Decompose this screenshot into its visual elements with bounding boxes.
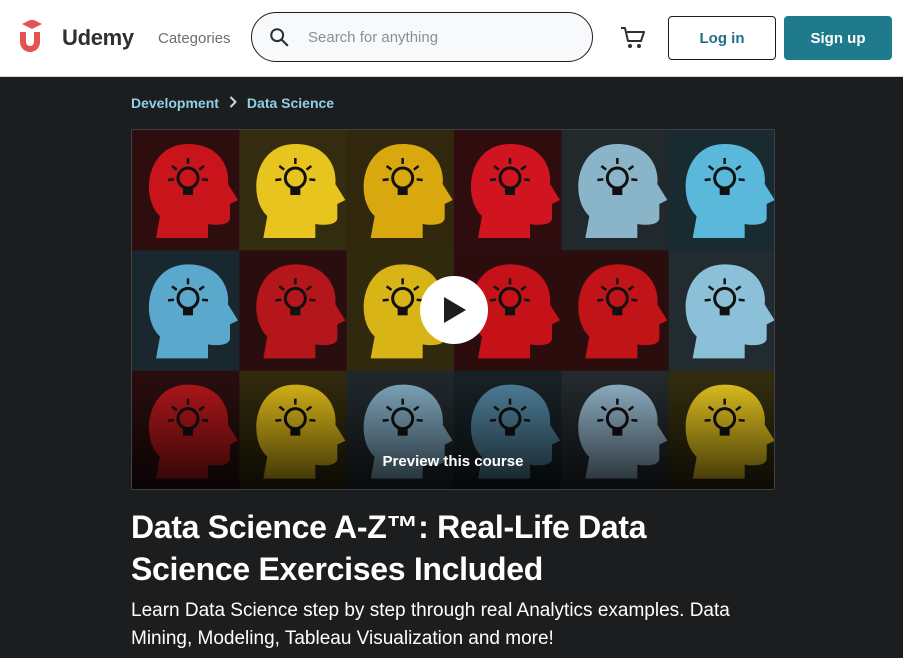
breadcrumb-development[interactable]: Development	[131, 95, 219, 111]
head-silhouette	[668, 130, 774, 251]
top-navbar: Udemy Categories Log in Sign up	[0, 0, 903, 77]
head-silhouette	[132, 250, 240, 371]
search-bar	[251, 12, 593, 62]
brand-name: Udemy	[62, 25, 134, 50]
course-subtitle: Learn Data Science step by step through …	[131, 600, 730, 649]
breadcrumb-data-science[interactable]: Data Science	[247, 95, 334, 111]
login-button[interactable]: Log in	[668, 16, 776, 60]
head-silhouette	[239, 130, 347, 251]
head-silhouette	[239, 250, 347, 371]
categories-menu[interactable]: Categories	[158, 30, 231, 47]
play-icon[interactable]	[420, 276, 488, 344]
search-input[interactable]	[306, 27, 570, 47]
preview-label[interactable]: Preview this course	[132, 453, 774, 470]
udemy-logo[interactable]: Udemy	[14, 20, 134, 56]
signup-button[interactable]: Sign up	[784, 16, 892, 60]
head-silhouette	[668, 250, 774, 371]
cart-icon[interactable]	[620, 26, 646, 50]
course-preview[interactable]: Preview this course	[131, 129, 775, 490]
breadcrumb: Development Data Science	[131, 95, 334, 111]
head-silhouette	[346, 130, 454, 251]
udemy-logo-icon	[20, 20, 42, 52]
course-title: Data Science A-Z™: Real-Life Data Scienc…	[131, 509, 647, 587]
head-silhouette	[561, 130, 669, 251]
head-silhouette	[454, 130, 562, 251]
search-icon[interactable]	[268, 26, 290, 48]
chevron-right-icon	[229, 95, 237, 111]
preview-gradient	[132, 379, 774, 489]
head-silhouette	[561, 250, 669, 371]
head-silhouette	[132, 130, 240, 251]
